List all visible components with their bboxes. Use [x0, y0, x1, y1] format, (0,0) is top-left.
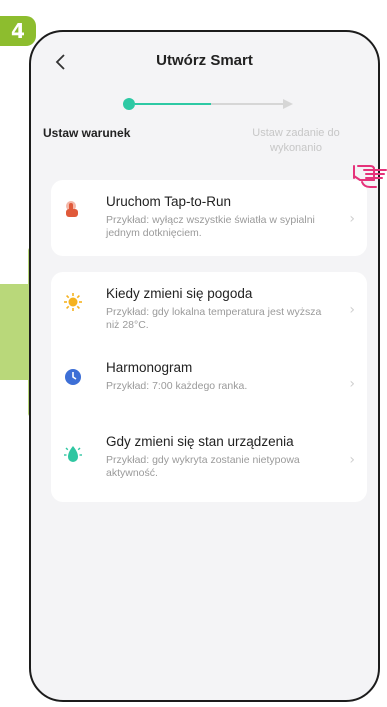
option-title: Kiedy zmieni się pogoda	[106, 286, 253, 301]
progress-stepper	[123, 98, 293, 110]
phone-frame: Utwórz Smart Ustaw warunek Ustaw zadanie…	[29, 30, 380, 702]
option-description: Przykład: wyłącz wszystkie światła w syp…	[106, 214, 315, 239]
progress-arrow-head	[283, 99, 293, 109]
option-title: Uruchom Tap-to-Run	[106, 194, 232, 209]
device-icon	[64, 446, 82, 462]
chevron-right-icon: ›	[349, 211, 355, 227]
option-title: Gdy zmieni się stan urządzenia	[106, 434, 294, 449]
clock-icon	[65, 369, 81, 385]
progress-step-1-dot	[123, 98, 135, 110]
step-label-condition: Ustaw warunek	[43, 126, 131, 140]
step-label-task: Ustaw zadanie do wykonanio	[252, 127, 340, 154]
sun-icon	[64, 293, 82, 311]
page-title: Utwórz Smart	[156, 52, 253, 69]
chevron-right-icon: ›	[349, 376, 355, 392]
option-description: Przykład: 7:00 każdego ranka.	[106, 380, 248, 392]
option-tap-to-run[interactable]: Uruchom Tap-to-Run Przykład: wyłącz wszy…	[51, 180, 367, 256]
option-device-state[interactable]: Gdy zmieni się stan urządzenia Przykład:…	[51, 422, 367, 492]
step-number-badge: 4	[0, 16, 36, 46]
tap-hand-icon	[66, 201, 78, 217]
option-schedule[interactable]: Harmonogram Przykład: 7:00 każdego ranka…	[51, 348, 367, 408]
chevron-right-icon: ›	[349, 452, 355, 468]
pointing-hand-icon	[353, 165, 387, 188]
tap-to-run-card: Uruchom Tap-to-Run Przykład: wyłącz wszy…	[51, 180, 367, 256]
option-weather[interactable]: Kiedy zmieni się pogoda Przykład: gdy lo…	[51, 272, 367, 338]
conditions-card: Kiedy zmieni się pogoda Przykład: gdy lo…	[51, 272, 367, 502]
chevron-right-icon: ›	[349, 302, 355, 318]
option-title: Harmonogram	[106, 360, 193, 375]
option-description: Przykład: gdy lokalna temperatura jest w…	[106, 306, 322, 331]
option-description: Przykład: gdy wykryta zostanie nietypowa…	[106, 454, 300, 479]
